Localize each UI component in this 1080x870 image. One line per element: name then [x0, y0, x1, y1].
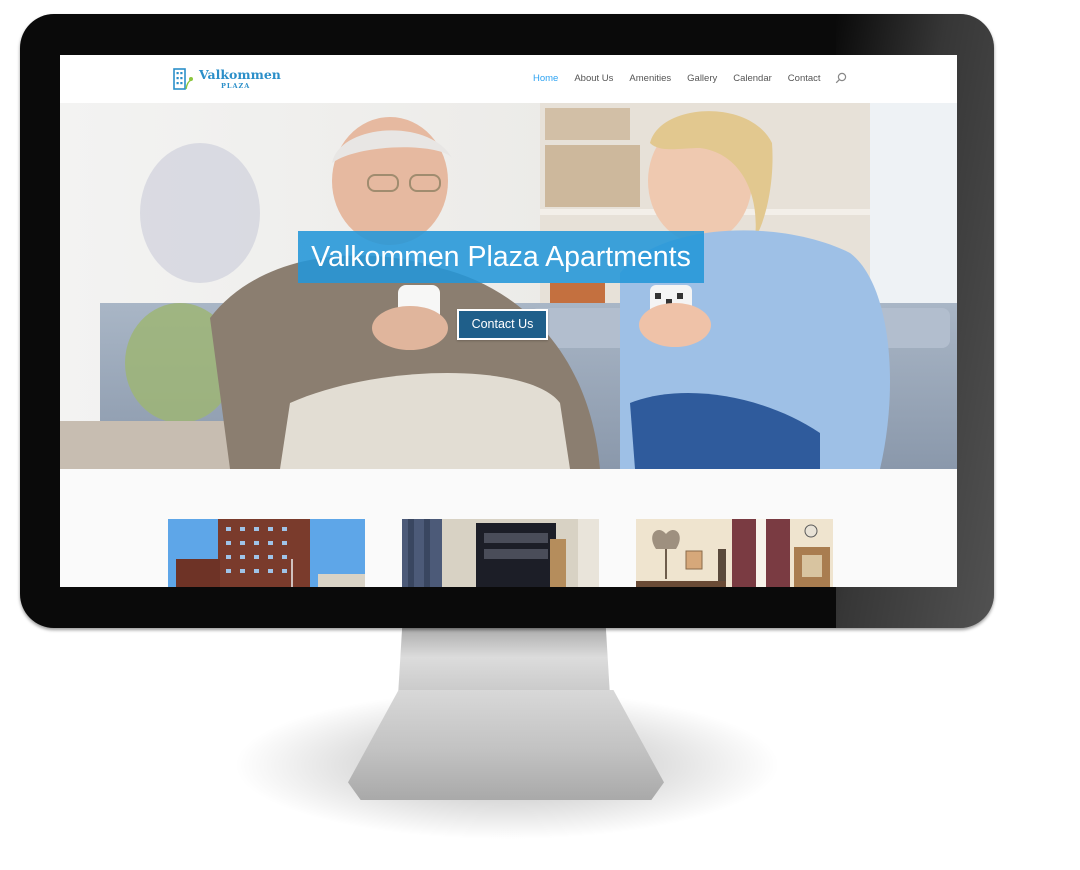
- hero-banner: Valkommen Plaza Apartments Contact Us: [60, 103, 957, 469]
- nav-item-amenities[interactable]: Amenities: [629, 73, 671, 84]
- bedroom-photo[interactable]: [636, 519, 833, 587]
- content-section: [60, 469, 957, 587]
- monitor-stand-neck: [398, 626, 610, 696]
- building-logo-icon: [173, 68, 193, 90]
- hero-title: Valkommen Plaza Apartments: [298, 231, 704, 283]
- site-logo[interactable]: Valkommen PLAZA: [172, 67, 281, 91]
- logo-subtitle: PLAZA: [221, 81, 251, 90]
- nav-item-gallery[interactable]: Gallery: [687, 73, 717, 84]
- nav-item-about-us[interactable]: About Us: [574, 73, 613, 84]
- nav-item-contact[interactable]: Contact: [788, 73, 821, 84]
- search-icon[interactable]: [835, 72, 847, 84]
- logo-name: Valkommen: [199, 67, 281, 82]
- website-screen: Valkommen PLAZA Home About Us Amenities …: [60, 55, 957, 587]
- nav-item-calendar[interactable]: Calendar: [733, 73, 772, 84]
- hero-photo: [60, 103, 957, 469]
- monitor-stand-base: [348, 690, 664, 800]
- building-photo[interactable]: [168, 519, 365, 587]
- living-room-photo[interactable]: [402, 519, 599, 587]
- site-header: Valkommen PLAZA Home About Us Amenities …: [60, 55, 957, 104]
- monitor-frame: Valkommen PLAZA Home About Us Amenities …: [20, 14, 994, 628]
- main-nav: Home About Us Amenities Gallery Calendar…: [533, 72, 847, 84]
- contact-us-button[interactable]: Contact Us: [457, 309, 548, 340]
- nav-item-home[interactable]: Home: [533, 73, 558, 84]
